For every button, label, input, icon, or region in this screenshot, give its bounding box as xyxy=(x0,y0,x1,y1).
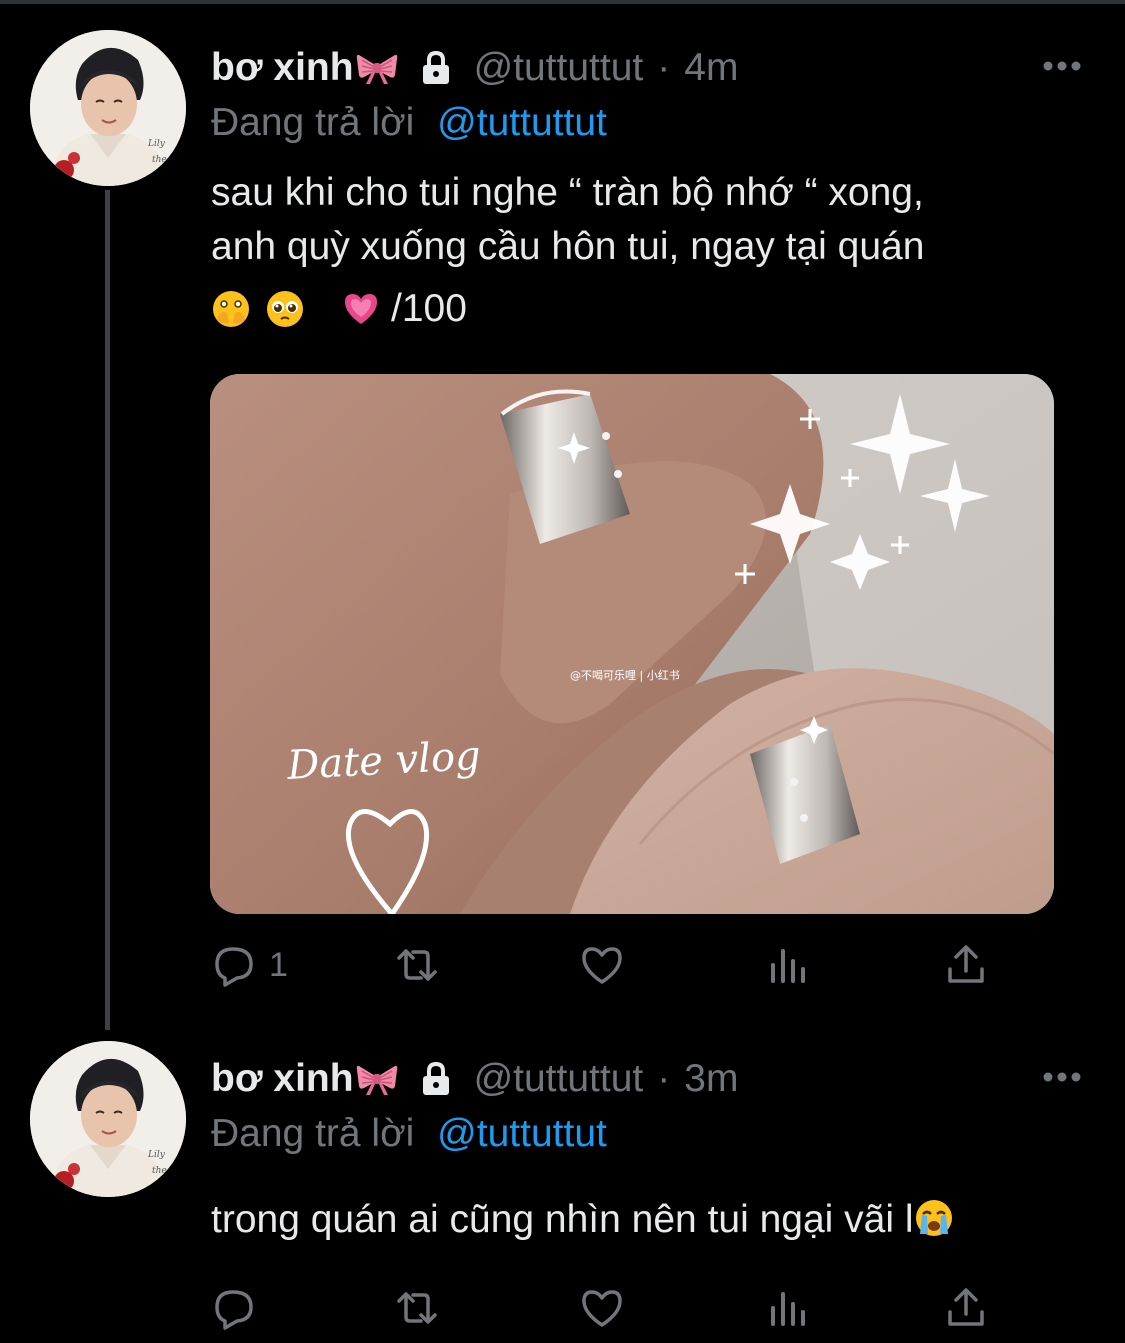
ribbon-bow-icon xyxy=(356,51,398,85)
views-chart-icon xyxy=(771,949,805,983)
reply-button[interactable]: 1 xyxy=(211,937,288,993)
tweet-text-line: anh quỳ xuống cầu hôn tui, ngay tại quán xyxy=(211,225,925,268)
more-options-icon[interactable] xyxy=(1042,1070,1082,1082)
svg-text:the: the xyxy=(152,155,167,165)
hand-over-mouth-emoji-icon xyxy=(211,289,251,329)
replying-to-label: Đang trả lời xyxy=(211,101,415,144)
avatar[interactable]: Lily the xyxy=(30,30,186,186)
replying-to-label: Đang trả lời xyxy=(211,1112,415,1155)
user-handle[interactable]: @tuttuttut xyxy=(474,1057,644,1101)
more-options-icon[interactable] xyxy=(1042,59,1082,71)
share-icon xyxy=(948,945,984,983)
tweet-text-suffix: /100 xyxy=(391,287,467,330)
svg-text:Lily: Lily xyxy=(147,139,166,149)
growing-heart-emoji-icon xyxy=(341,289,381,329)
like-button[interactable] xyxy=(578,937,636,993)
separator-dot: · xyxy=(657,46,671,89)
share-icon xyxy=(948,1288,984,1326)
retweet-button[interactable] xyxy=(393,937,451,993)
avatar[interactable]: Lily the xyxy=(30,1041,186,1197)
thread-connector-line xyxy=(105,190,110,1030)
like-button[interactable] xyxy=(578,1280,636,1336)
replying-to-line: Đang trả lời @tuttuttut xyxy=(211,1112,607,1156)
tweet-header: bơ xinh @tuttuttut xyxy=(211,43,738,93)
heart-icon xyxy=(582,947,622,984)
reply-button[interactable] xyxy=(211,1280,269,1336)
separator-dot: · xyxy=(657,1057,671,1100)
views-button[interactable] xyxy=(763,937,821,993)
tweet-header: bơ xinh @tuttuttut xyxy=(211,1054,738,1104)
views-button[interactable] xyxy=(763,1280,821,1336)
lock-icon xyxy=(418,50,454,86)
media-watermark: @不喝可乐哩 | 小红书 xyxy=(570,669,680,682)
tweet-time[interactable]: 4m xyxy=(684,46,738,90)
tweet-time[interactable]: 3m xyxy=(684,1057,738,1101)
tweet-text: sau khi cho tui nghe “ tràn bộ nhớ “ xon… xyxy=(211,166,1071,274)
tweet-actions: 1 xyxy=(211,937,1011,993)
reply-icon xyxy=(215,1290,253,1330)
tweet-emoji-line: /100 xyxy=(211,282,467,336)
share-button[interactable] xyxy=(942,937,990,993)
loudly-crying-face-emoji-icon xyxy=(914,1198,954,1238)
share-button[interactable] xyxy=(942,1280,990,1336)
ribbon-bow-icon xyxy=(356,1062,398,1096)
retweet-button[interactable] xyxy=(393,1280,451,1336)
replying-to-mention[interactable]: @tuttuttut xyxy=(437,1112,607,1155)
replying-to-line: Đang trả lời @tuttuttut xyxy=(211,101,607,145)
reply-icon xyxy=(215,947,253,987)
lock-icon xyxy=(418,1061,454,1097)
svg-text:the: the xyxy=(152,1166,167,1176)
pleading-face-emoji-icon xyxy=(265,289,305,329)
tweet-actions xyxy=(211,1280,1011,1336)
svg-text:Lily: Lily xyxy=(147,1150,166,1160)
user-handle[interactable]: @tuttuttut xyxy=(474,46,644,90)
tweet[interactable]: Lily the bơ xinh xyxy=(0,0,1125,1030)
tweet-text-line: sau khi cho tui nghe “ tràn bộ nhớ “ xon… xyxy=(211,171,924,214)
tweet-thread-screen: Lily the bơ xinh @tuttuttut · 4m Đang tr… xyxy=(0,0,1125,1343)
heart-icon xyxy=(582,1290,622,1327)
tweet-media-image[interactable]: Date vlog @不喝可乐哩 | 小红书 xyxy=(210,374,1054,914)
tweet-text-line: trong quán ai cũng nhìn nên tui ngại vãi… xyxy=(211,1198,914,1241)
tweet-text: trong quán ai cũng nhìn nên tui ngại vãi… xyxy=(211,1193,1071,1247)
tweet[interactable]: Lily the bơ xinh xyxy=(0,1030,1125,1343)
retweet-icon xyxy=(397,1292,437,1324)
views-chart-icon xyxy=(771,1292,805,1326)
replying-to-mention[interactable]: @tuttuttut xyxy=(437,101,607,144)
retweet-icon xyxy=(397,949,437,981)
display-name[interactable]: bơ xinh xyxy=(211,46,354,90)
reply-count: 1 xyxy=(269,945,288,984)
display-name[interactable]: bơ xinh xyxy=(211,1057,354,1101)
